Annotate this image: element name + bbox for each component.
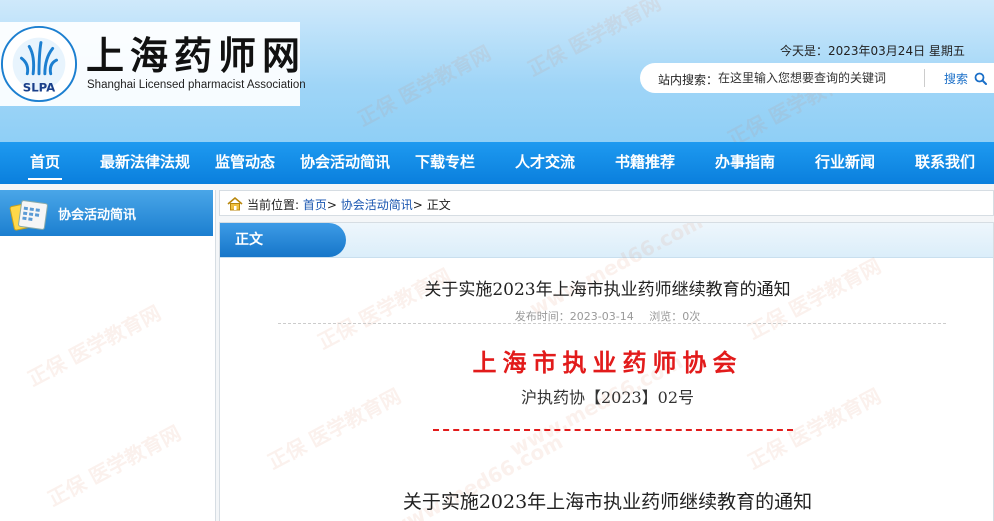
current-date: 今天是：2023年03月24日 星期五 (780, 44, 965, 58)
breadcrumb: 当前位置: 首页> 协会活动简讯> 正文 (219, 190, 994, 216)
watermark-text: 正保 医学教育网 (43, 420, 185, 511)
home-icon (227, 196, 243, 211)
breadcrumb-separator: > (412, 198, 423, 212)
article-title: 关于实施2023年上海市执业药师继续教育的通知 (424, 280, 791, 300)
article-meta: 发布时间：2023-03-14 浏览：0次 (220, 308, 993, 324)
search-label: 站内搜索： (658, 73, 719, 87)
sidebar: 协会活动简讯 正保 医学教育网 正保 医学教育网 (0, 190, 216, 521)
watermark-text: 正保 医学教育网 (353, 40, 495, 131)
nav-item-news[interactable]: 行业新闻 (814, 142, 876, 184)
nav-item-books[interactable]: 书籍推荐 (614, 142, 676, 184)
site-title[interactable]: 上海药师网 (86, 34, 306, 78)
search-input[interactable] (718, 68, 918, 88)
logo-abbr: SLPA (23, 80, 55, 94)
breadcrumb-home[interactable]: 首页 (303, 198, 327, 212)
nav-item-contact[interactable]: 联系我们 (914, 142, 976, 184)
search-bar: 站内搜索： 搜索 (640, 63, 994, 93)
calendar-book-icon (9, 200, 48, 231)
issuing-organization: 上海市执业药师协会 (472, 349, 743, 377)
site-header: SLPA 上海药师网 Shanghai Licensed pharmacist … (0, 0, 994, 142)
nav-item-downloads[interactable]: 下载专栏 (414, 142, 476, 184)
watermark-text: 正保 医学教育网 (23, 300, 165, 391)
publish-date: 发布时间：2023-03-14 (514, 310, 634, 323)
article-panel: 正文 正保 医学教育网 www.med66.com 正保 医学教育网 正保 医学… (219, 222, 994, 521)
nav-item-talent[interactable]: 人才交流 (514, 142, 576, 184)
nav-item-regulation[interactable]: 监管动态 (214, 142, 276, 184)
sidebar-title: 协会活动简讯 (58, 208, 137, 223)
breadcrumb-section[interactable]: 协会活动简讯 (341, 198, 413, 212)
view-count: 浏览：0次 (649, 310, 701, 323)
nav-item-activities[interactable]: 协会活动简讯 (299, 142, 391, 184)
search-button[interactable]: 搜索 (944, 70, 987, 87)
title-divider (278, 323, 946, 324)
search-button-label: 搜索 (944, 72, 969, 86)
main-nav: 首页 最新法律法规 监管动态 协会活动简讯 下载专栏 人才交流 书籍推荐 办事指… (0, 142, 994, 184)
tab-strip: 正文 (220, 223, 993, 258)
document-number: 沪执药协【2023】02号 (520, 388, 695, 407)
site-subtitle: Shanghai Licensed pharmacist Association (87, 79, 306, 91)
search-icon (974, 72, 987, 85)
sidebar-header[interactable]: 协会活动简讯 (0, 190, 213, 236)
nav-item-laws[interactable]: 最新法律法规 (99, 142, 191, 184)
tab-article[interactable]: 正文 (220, 223, 346, 257)
breadcrumb-current: 正文 (426, 198, 451, 212)
red-divider (433, 429, 793, 431)
search-divider (924, 69, 925, 87)
nav-item-home[interactable]: 首页 (28, 142, 62, 184)
slpa-logo[interactable]: SLPA (0, 24, 78, 104)
breadcrumb-text: 当前位置: 首页> 协会活动简讯> 正文 (247, 196, 451, 213)
breadcrumb-separator: > (326, 198, 337, 212)
nav-item-guide[interactable]: 办事指南 (714, 142, 776, 184)
body-title: 关于实施2023年上海市执业药师继续教育的通知 (402, 491, 813, 513)
breadcrumb-prefix: 当前位置: (247, 198, 300, 212)
